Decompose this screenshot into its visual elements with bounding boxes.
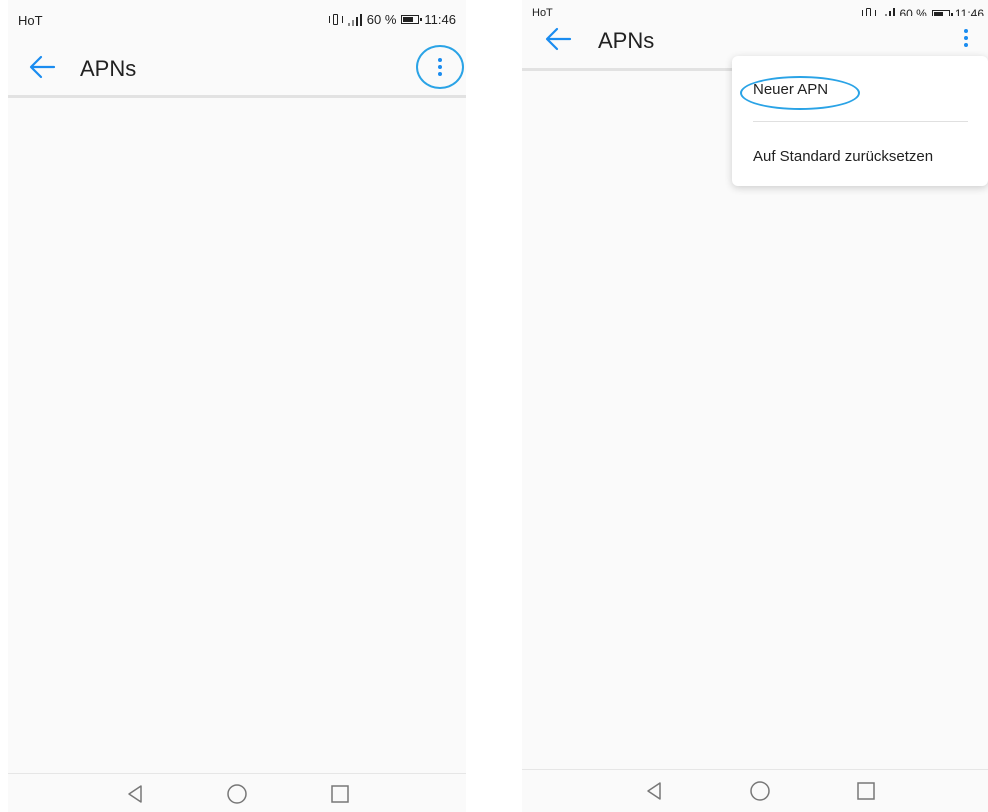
overflow-menu: Neuer APN Auf Standard zurücksetzen: [732, 56, 988, 186]
page-title: APNs: [80, 56, 137, 81]
signal-icon: [347, 13, 362, 26]
battery-icon: [401, 15, 423, 24]
menu-item-reset-default[interactable]: Auf Standard zurücksetzen: [753, 148, 933, 165]
clock: 11:46: [424, 12, 456, 27]
nav-recents-icon[interactable]: [329, 783, 351, 805]
nav-back-icon[interactable]: [643, 780, 665, 802]
menu-divider: [753, 121, 968, 122]
more-vert-icon[interactable]: [946, 18, 986, 58]
nav-home-icon[interactable]: [749, 780, 771, 802]
status-bar: HoT 60 % 11:46: [522, 0, 988, 21]
phone-screen-menu-open: HoT 60 % 11:46 APNs Neuer APN Auf Standa…: [522, 0, 988, 812]
nav-home-icon[interactable]: [226, 783, 248, 805]
navigation-bar: [8, 773, 466, 812]
app-bar: APNs: [8, 40, 466, 98]
navigation-bar: [522, 769, 988, 812]
phone-screen-before: HoT 60 % 11:46 APNs: [8, 0, 466, 812]
battery-percent: 60 %: [366, 12, 397, 27]
highlight-circle: [416, 45, 464, 89]
more-vert-icon[interactable]: [416, 45, 464, 89]
highlight-ellipse: [740, 76, 860, 110]
carrier-label: HoT: [18, 13, 43, 28]
page-title: APNs: [598, 28, 655, 53]
back-arrow-icon[interactable]: [544, 26, 572, 52]
status-bar: HoT 60 % 11:46: [8, 0, 466, 40]
vibrate-icon: [328, 13, 343, 26]
status-icons: 60 % 11:46: [328, 12, 456, 27]
nav-recents-icon[interactable]: [855, 780, 877, 802]
back-arrow-icon[interactable]: [28, 54, 56, 80]
nav-back-icon[interactable]: [124, 783, 146, 805]
